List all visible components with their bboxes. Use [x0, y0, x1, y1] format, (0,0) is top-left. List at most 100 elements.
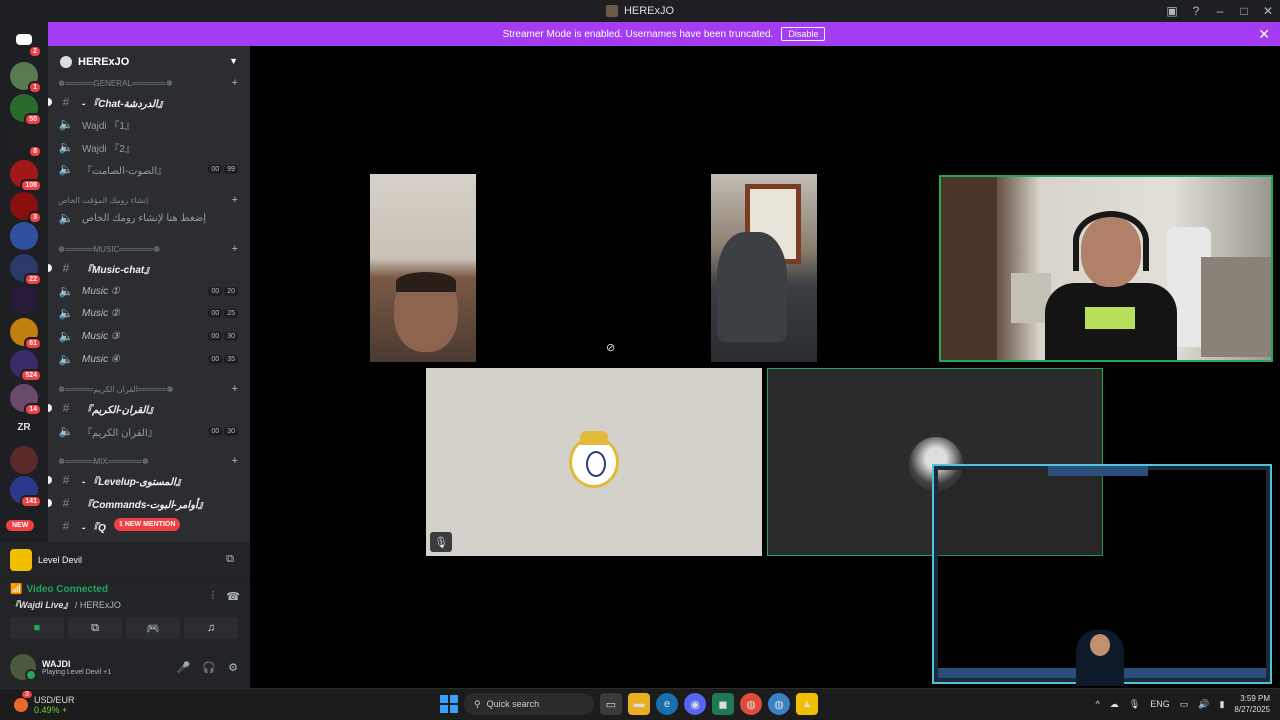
channel-levelup[interactable]: # - 『Levelup-المستوى』 — [48, 470, 250, 490]
chrome-icon[interactable]: ◍ — [740, 693, 762, 715]
disable-streamer-mode-button[interactable]: Disable — [781, 27, 826, 41]
channel-label: Wajdi 『1』 — [82, 120, 135, 132]
volume-icon[interactable]: 🔊 — [1198, 699, 1209, 710]
language-indicator[interactable]: ENG — [1150, 699, 1170, 709]
voice-channel-silent[interactable]: 🔈 『الصوت-الصامت』 00 99 — [48, 159, 250, 179]
add-channel-icon[interactable]: + — [232, 383, 238, 395]
server-icon[interactable]: 50 — [10, 94, 42, 126]
category-general[interactable]: ☸═════GENERAL══════☸ + — [48, 76, 250, 90]
stream-icon[interactable]: ⧉ — [226, 553, 234, 566]
add-channel-icon[interactable]: + — [232, 455, 238, 467]
channel-music-chat[interactable]: # 『Music-chat』 — [48, 258, 250, 278]
voice-channel-music4[interactable]: 🔈 Music ④ 00 35 — [48, 349, 250, 369]
task-view-icon[interactable]: ▭ — [600, 693, 622, 715]
user-limit: 00 35 — [208, 354, 238, 364]
category-temp[interactable]: إنشاء رومك المؤقت الخاص + — [48, 193, 250, 207]
clock[interactable]: 3:59 PM 8/27/2025 — [1234, 693, 1270, 715]
server-icon[interactable] — [10, 446, 38, 474]
video-hidden-icon[interactable]: ⊘ — [606, 341, 615, 354]
add-channel-icon[interactable]: + — [232, 77, 238, 89]
headphones-icon[interactable]: 🎧 — [202, 661, 216, 674]
windows-start-icon[interactable] — [440, 695, 458, 713]
app-icon[interactable]: ◼ — [712, 693, 734, 715]
taskbar-search[interactable]: ⚲ Quick search — [464, 693, 594, 715]
disconnect-icon[interactable]: ☎ — [226, 590, 240, 603]
voice-location[interactable]: 『Wajdi Live』 / HERExJO — [10, 598, 240, 611]
microphone-icon[interactable]: 🎙 — [1129, 699, 1140, 710]
battery-icon[interactable]: ▮ — [1219, 699, 1224, 710]
chrome-profile-icon[interactable]: ◍ — [768, 693, 790, 715]
channel-quran[interactable]: # 『القران-الكريم』 — [48, 398, 250, 418]
gear-icon[interactable]: ⚙ — [228, 661, 238, 674]
help-icon[interactable]: ? — [1184, 4, 1208, 18]
system-tray: ^ ☁ 🎙 ENG ▭ 🔊 ▮ 3:59 PM 8/27/2025 — [1096, 693, 1270, 715]
new-mention-pill[interactable]: 1 NEW MENTION — [114, 518, 181, 531]
server-icon[interactable] — [10, 286, 38, 314]
screen-share-button[interactable]: ⧉ — [68, 617, 122, 639]
user-area[interactable]: WAJDI Playing Level Devil +1 🎤 🎧 ⚙ — [0, 646, 250, 688]
close-window-button[interactable]: ✕ — [1256, 4, 1280, 18]
voice-channel-music1[interactable]: 🔈 Music ① 00 20 — [48, 281, 250, 301]
new-unreads-pill[interactable]: NEW — [6, 520, 35, 531]
category-music[interactable]: ☸═════MUSIC══════☸ + — [48, 242, 250, 256]
noise-suppression-icon[interactable]: ⫶ — [212, 590, 215, 603]
server-icon[interactable]: 14 — [10, 384, 42, 416]
voice-channel-wajdi1[interactable]: 🔈 Wajdi 『1』 — [48, 114, 250, 134]
discord-home-icon[interactable]: 2 — [10, 26, 42, 58]
guild-header[interactable]: HERExJO ▼ — [48, 46, 250, 78]
level-devil-icon[interactable]: ▲ — [796, 693, 818, 715]
voice-channel-music3[interactable]: 🔈 Music ③ 00 30 — [48, 326, 250, 346]
video-tile[interactable] — [370, 174, 476, 362]
participant-video — [1045, 211, 1177, 360]
maximize-button[interactable]: □ — [1232, 4, 1256, 18]
server-icon[interactable]: 1 — [10, 62, 42, 94]
voice-channel-temp-create[interactable]: 🔈 إضغط هنا لإنشاء رومك الخاص — [48, 208, 250, 228]
server-icon[interactable]: 524 — [10, 350, 42, 382]
channel-label: 『القران الكريم』 — [82, 427, 158, 439]
category-quran[interactable]: ☸═════القران الكريم═════☸ + — [48, 382, 250, 396]
server-icon[interactable] — [10, 222, 38, 250]
video-tile[interactable] — [711, 174, 817, 362]
voice-channel-music2[interactable]: 🔈 Music ② 00 25 — [48, 303, 250, 323]
minimize-button[interactable]: – — [1208, 4, 1232, 18]
soundboard-button[interactable]: ♫ — [184, 617, 238, 639]
ticker-label: USD/EUR — [34, 695, 75, 705]
voice-status-text: Video Connected — [26, 584, 108, 595]
server-icon[interactable]: 61 — [10, 318, 42, 350]
discord-taskbar-icon[interactable]: ◉ — [684, 693, 706, 715]
search-placeholder: Quick search — [486, 699, 540, 709]
microphone-icon[interactable]: 🎤 — [177, 661, 191, 674]
chevron-up-icon[interactable]: ^ — [1096, 699, 1100, 709]
server-icon[interactable]: 141 — [10, 476, 42, 508]
add-channel-icon[interactable]: + — [232, 243, 238, 255]
cloud-icon[interactable]: ☁ — [1110, 699, 1119, 710]
voice-channel-quran[interactable]: 🔈 『القران الكريم』 00 30 — [48, 421, 250, 441]
channel-commands[interactable]: # 『Commands-أوامر-البوت』 — [48, 493, 250, 513]
inbox-icon[interactable]: ▣ — [1160, 4, 1184, 18]
channel-label: Wajdi 『2』 — [82, 143, 135, 155]
overlay-decoration — [1048, 466, 1148, 476]
network-icon[interactable]: ▭ — [1180, 699, 1189, 710]
activity-button[interactable]: 🎮 — [126, 617, 180, 639]
server-icon[interactable]: 3 — [10, 192, 42, 224]
edge-icon[interactable]: e — [656, 693, 678, 715]
banner-close-icon[interactable]: ✕ — [1258, 26, 1270, 43]
category-label: ☸═════MUSIC══════☸ — [58, 244, 161, 254]
user-limit: 00 99 — [208, 164, 238, 174]
ticker-widget[interactable]: 3 USD/EUR 0.49% + — [14, 691, 75, 715]
file-explorer-icon[interactable]: ▬ — [628, 693, 650, 715]
category-label: ☸═════GENERAL══════☸ — [58, 78, 173, 88]
camera-button[interactable]: ■ — [10, 617, 64, 639]
video-tile-speaking[interactable] — [939, 175, 1273, 362]
avatar[interactable] — [10, 654, 37, 681]
server-icon[interactable]: 8 — [10, 126, 42, 158]
category-mix[interactable]: ☸═════MIX══════☸ + — [48, 454, 250, 468]
server-icon[interactable]: 108 — [10, 160, 42, 192]
voice-channel-wajdi2[interactable]: 🔈 Wajdi 『2』 — [48, 137, 250, 157]
channel-chat[interactable]: # - 『Chat-الدردشة』 — [48, 92, 250, 112]
voice-connected[interactable]: 📶 Video Connected — [10, 584, 240, 595]
server-icon[interactable]: ZR — [10, 414, 38, 442]
add-channel-icon[interactable]: + — [232, 194, 238, 206]
server-icon[interactable]: 22 — [10, 254, 42, 286]
avatar-tile[interactable]: 🎙 — [426, 368, 762, 556]
